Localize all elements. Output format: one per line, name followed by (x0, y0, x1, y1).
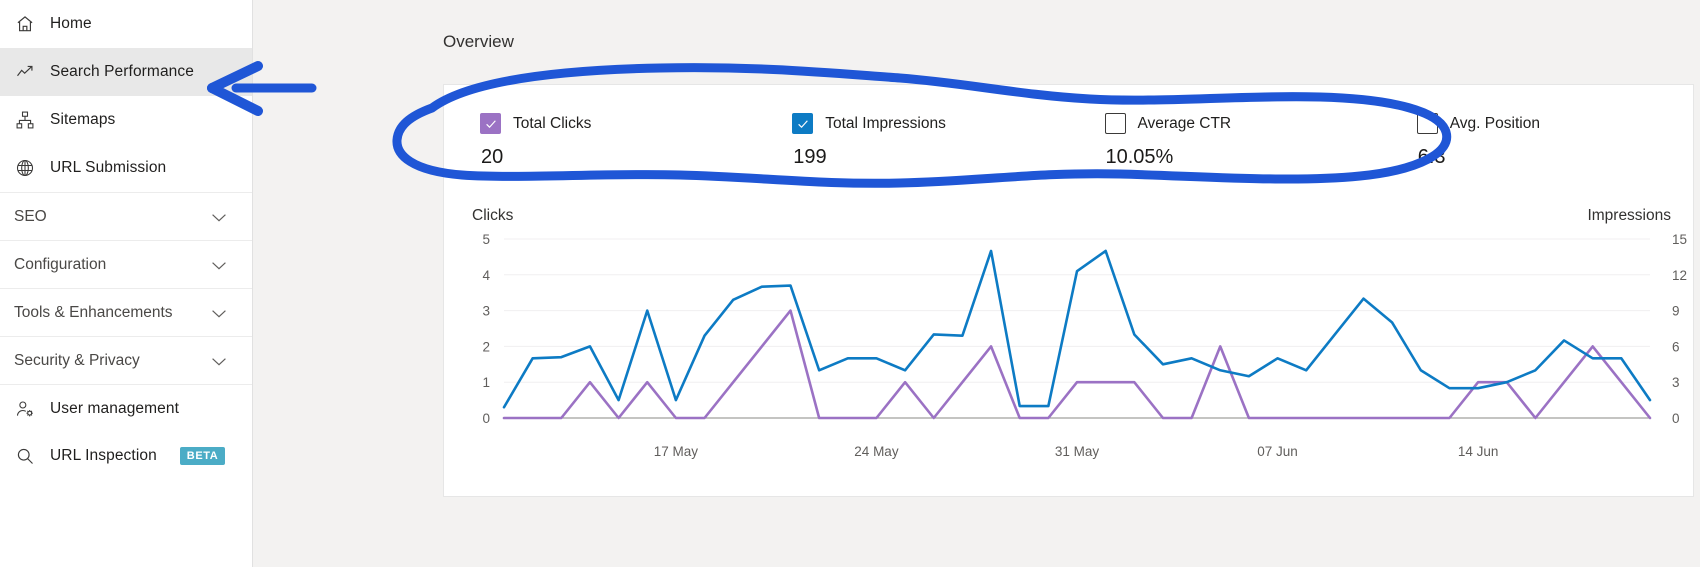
sidebar-group-label: Tools & Enhancements (14, 303, 173, 321)
sidebar-group-seo[interactable]: SEO (0, 192, 252, 240)
svg-text:12: 12 (1672, 268, 1687, 283)
checkbox-total-clicks[interactable] (480, 113, 501, 134)
metric-avg-position[interactable]: Avg. Position 6.3 (1381, 113, 1693, 169)
metric-label: Avg. Position (1449, 114, 1540, 132)
sidebar-item-home[interactable]: Home (0, 0, 252, 48)
sidebar-item-url-inspection[interactable]: URL Inspection BETA (0, 432, 252, 480)
user-settings-icon (14, 398, 36, 420)
svg-text:31 May: 31 May (1055, 444, 1100, 459)
metric-value: 20 (481, 146, 504, 168)
sidebar: Home Search Performance Sitemaps URL Sub… (0, 0, 253, 567)
performance-chart: Clicks Impressions 0 0 1 3 2 6 3 9 4 12 5 15 17 May 2… (444, 191, 1693, 496)
svg-text:3: 3 (1672, 375, 1680, 390)
sidebar-group-label: SEO (14, 207, 47, 225)
metric-average-ctr[interactable]: Average CTR 10.05% (1069, 113, 1381, 169)
sidebar-group-configuration[interactable]: Configuration (0, 240, 252, 288)
sidebar-item-label: Home (50, 15, 92, 32)
status-badge: BETA (179, 447, 226, 465)
svg-text:0: 0 (482, 411, 490, 426)
sidebar-item-label: Sitemaps (50, 111, 116, 128)
main-content: Overview Total Clicks 20 Total Impressio… (253, 0, 1700, 567)
svg-text:3: 3 (482, 304, 490, 319)
svg-text:07 Jun: 07 Jun (1257, 444, 1298, 459)
overview-card: Total Clicks 20 Total Impressions 199 Av… (443, 84, 1694, 497)
sidebar-group-label: Configuration (14, 255, 107, 273)
metric-header: Total Clicks (480, 113, 756, 134)
sidebar-item-url-submission[interactable]: URL Submission (0, 144, 252, 192)
chevron-down-icon (208, 206, 230, 228)
metric-label: Total Clicks (513, 114, 592, 132)
metric-header: Average CTR (1104, 113, 1381, 134)
sidebar-group-label: Security & Privacy (14, 351, 140, 369)
globe-icon (14, 157, 36, 179)
svg-text:9: 9 (1672, 304, 1680, 319)
trending-up-icon (14, 61, 36, 83)
chevron-down-icon (208, 302, 230, 324)
svg-text:1: 1 (482, 375, 490, 390)
sidebar-item-search-performance[interactable]: Search Performance (0, 48, 252, 96)
metric-total-impressions[interactable]: Total Impressions 199 (756, 113, 1068, 169)
metric-header: Total Impressions (792, 113, 1068, 134)
sidebar-item-label: User management (50, 399, 180, 417)
chevron-down-icon (208, 254, 230, 276)
metric-label: Average CTR (1137, 114, 1232, 132)
sidebar-group-tools-enhancements[interactable]: Tools & Enhancements (0, 288, 252, 336)
sidebar-item-label: Search Performance (50, 63, 194, 80)
metric-value: 199 (793, 146, 827, 168)
metric-value: 6.3 (1417, 146, 1446, 168)
sitemap-icon (14, 109, 36, 131)
metric-value: 10.05% (1105, 146, 1174, 168)
sidebar-item-label: URL Submission (50, 159, 167, 176)
svg-text:24 May: 24 May (854, 444, 899, 459)
sidebar-item-sitemaps[interactable]: Sitemaps (0, 96, 252, 144)
chevron-down-icon (208, 350, 230, 372)
app-root: Home Search Performance Sitemaps URL Sub… (0, 0, 1700, 567)
search-icon (14, 445, 36, 467)
page-title: Overview (443, 32, 514, 51)
chart-canvas: 0 0 1 3 2 6 3 9 4 12 5 15 17 May 24 May 31 May 07 Jun 14… (482, 232, 1687, 459)
svg-text:0: 0 (1672, 411, 1680, 426)
svg-text:6: 6 (1672, 339, 1680, 354)
metric-label: Total Impressions (825, 114, 946, 132)
metric-header: Avg. Position (1416, 113, 1693, 134)
svg-text:14 Jun: 14 Jun (1458, 444, 1499, 459)
metrics-row: Total Clicks 20 Total Impressions 199 Av… (444, 85, 1693, 191)
checkbox-avg-position[interactable] (1416, 113, 1438, 134)
svg-text:4: 4 (482, 268, 490, 283)
svg-text:17 May: 17 May (654, 444, 699, 459)
metric-total-clicks[interactable]: Total Clicks 20 (444, 113, 756, 169)
sidebar-item-label: URL Inspection (50, 447, 157, 464)
sidebar-item-user-management[interactable]: User management (0, 384, 252, 432)
svg-text:15: 15 (1672, 232, 1687, 247)
home-icon (14, 13, 36, 35)
svg-text:5: 5 (482, 232, 490, 247)
checkbox-average-ctr[interactable] (1104, 113, 1126, 134)
sidebar-group-security-privacy[interactable]: Security & Privacy (0, 336, 252, 384)
checkbox-total-impressions[interactable] (792, 113, 814, 134)
svg-text:2: 2 (482, 339, 490, 354)
